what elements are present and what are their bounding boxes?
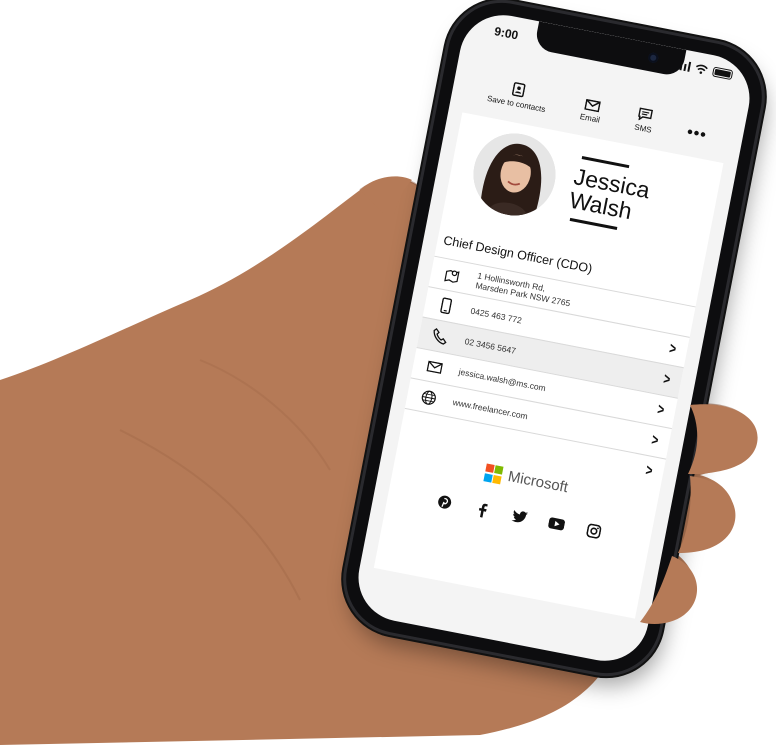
- pinterest-icon[interactable]: [435, 493, 454, 512]
- battery-icon: [711, 66, 734, 81]
- facebook-icon[interactable]: [473, 500, 492, 519]
- envelope-icon: [426, 360, 443, 374]
- twitter-icon[interactable]: [510, 507, 529, 526]
- chevron-right-icon: >: [643, 462, 654, 480]
- profile-photo: [466, 126, 563, 223]
- map-pin-icon: [444, 269, 460, 283]
- message-icon: [638, 107, 654, 121]
- chevron-right-icon: >: [649, 431, 660, 450]
- email-label: Email: [579, 111, 601, 125]
- chevron-right-icon: >: [667, 340, 678, 359]
- mobile-phone-icon: [440, 297, 453, 315]
- globe-icon: [421, 390, 436, 405]
- sms-button[interactable]: SMS: [634, 107, 656, 135]
- front-camera: [647, 51, 660, 64]
- microsoft-logo: [483, 463, 504, 484]
- instagram-icon[interactable]: [584, 522, 603, 541]
- status-time: 9:00: [493, 24, 520, 43]
- chevron-right-icon: >: [661, 370, 672, 389]
- name-block: Jessica Walsh: [566, 155, 687, 241]
- sms-label: SMS: [633, 122, 653, 135]
- contact-card-icon: [512, 82, 526, 98]
- phone-handset-icon: [433, 328, 447, 345]
- envelope-icon: [583, 98, 601, 113]
- youtube-icon[interactable]: [547, 515, 566, 534]
- contact-list: 1 Hollinsworth Rd, Marsden Park NSW 2765…: [399, 255, 696, 490]
- email-button[interactable]: Email: [579, 98, 603, 125]
- company-name: Microsoft: [506, 468, 570, 497]
- save-to-contacts-label: Save to contacts: [486, 93, 547, 115]
- wifi-icon: [695, 64, 708, 74]
- save-to-contacts-button[interactable]: Save to contacts: [486, 77, 549, 114]
- business-card: Jessica Walsh Chief Design Officer (CDO)…: [373, 112, 724, 619]
- chevron-right-icon: >: [655, 401, 666, 420]
- avatar: [466, 126, 563, 223]
- more-options-button[interactable]: •••: [685, 124, 709, 145]
